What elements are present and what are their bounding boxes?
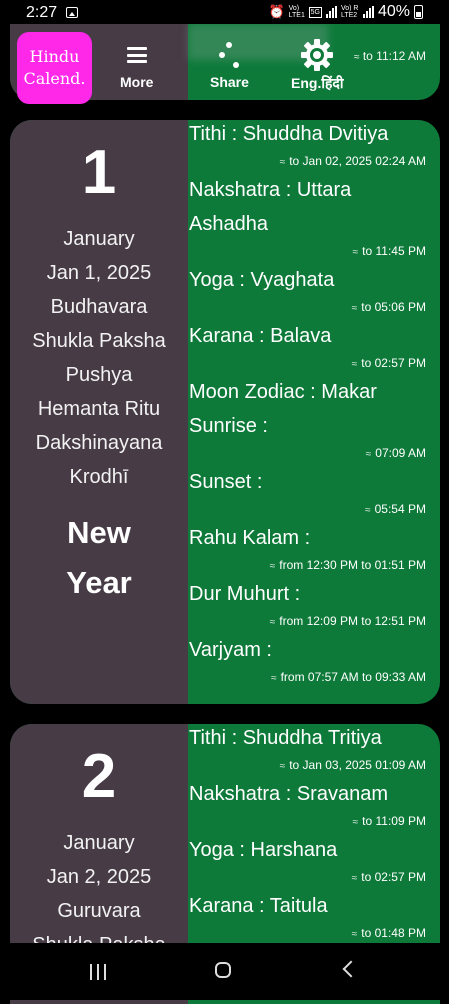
gallery-notification-icon (66, 7, 78, 18)
alarm-icon: ⏰ (268, 4, 285, 19)
carrier1-label: Vo) LTE1 (288, 5, 305, 19)
full-date: Jan 1, 2025 (46, 262, 152, 284)
more-button[interactable]: More (120, 36, 153, 90)
logo-line1: Hindu (29, 47, 80, 66)
sunset-label: Sunset : (189, 471, 263, 493)
karana-label: Karana : Balava (189, 325, 332, 347)
nakshatra-label-line2: Ashadha (189, 213, 268, 235)
weekday: Guruvara (57, 900, 141, 922)
full-date: Jan 2, 2025 (46, 866, 152, 888)
tithi-end: ≈ to Jan 02, 2025 02:24 AM (279, 154, 426, 168)
status-time: 2:27 (26, 4, 58, 21)
recent-apps-button[interactable] (90, 964, 106, 980)
previous-day-end-time: ≈ to 11:12 AM (354, 49, 426, 63)
logo-line2: Calend. (23, 69, 86, 88)
nakshatra-end: ≈ to 11:45 PM (352, 244, 426, 258)
app-logo-button[interactable]: Hindu Calend. (17, 32, 92, 104)
language-label: Eng.हिंदी (291, 75, 344, 91)
tithi-label: Tithi : Shuddha Tritiya (189, 727, 382, 749)
tithi-label: Tithi : Shuddha Dvitiya (189, 123, 389, 145)
share-button[interactable]: Share (210, 36, 249, 90)
sunset-time: ≈05:54 PM (365, 502, 426, 516)
share-label: Share (210, 74, 249, 90)
system-nav-bar (0, 943, 449, 1000)
signal1-icon (325, 6, 337, 18)
status-indicators: ⏰ Vo) LTE1 5G Vo) R LTE2 40% (268, 3, 423, 21)
nakshatra-summary: Pushya (65, 364, 133, 386)
yoga-label: Yoga : Harshana (189, 839, 338, 861)
yoga-end: ≈ to 05:06 PM (351, 300, 426, 314)
menu-icon (126, 36, 147, 74)
nakshatra-end: ≈ to 11:09 PM (352, 814, 426, 828)
home-button[interactable] (215, 962, 231, 978)
more-label: More (120, 74, 154, 90)
tithi-end: ≈ to Jan 03, 2025 01:09 AM (279, 758, 426, 772)
language-button[interactable]: Eng.हिंदी (291, 36, 343, 93)
sunrise-time: ≈07:09 AM (365, 446, 426, 460)
nakshatra-label: Nakshatra : Sravanam (189, 783, 388, 805)
samvat: Krodhī (69, 466, 129, 488)
day-card-1[interactable]: 1 January Jan 1, 2025 Budhavara Shukla P… (10, 120, 440, 704)
varjyam-time: ≈ from 07:57 AM to 09:33 AM (271, 670, 426, 684)
karana-label: Karana : Taitula (189, 895, 328, 917)
rahu-kalam-time: ≈ from 12:30 PM to 01:51 PM (269, 558, 426, 572)
yoga-label: Yoga : Vyaghata (189, 269, 335, 291)
karana-end: ≈ to 02:57 PM (351, 356, 426, 370)
yoga-end: ≈ to 02:57 PM (351, 870, 426, 884)
month-label: January (63, 832, 135, 854)
network-type-label: 5G (308, 6, 322, 18)
battery-icon (414, 5, 423, 19)
ayana: Dakshinayana (35, 432, 163, 454)
day-summary-panel: 1 January Jan 1, 2025 Budhavara Shukla P… (10, 120, 188, 704)
gear-icon (300, 36, 334, 74)
month-label: January (63, 228, 135, 250)
festival-line1: New (67, 515, 131, 550)
day-number: 2 (81, 742, 117, 811)
moon-zodiac-label: Moon Zodiac : Makar (189, 381, 377, 403)
karana-end: ≈ to 01:48 PM (351, 926, 426, 940)
panchang-details: Tithi : Shuddha Dvitiya ≈ to Jan 02, 2025… (188, 120, 440, 704)
nakshatra-label-line1: Nakshatra : Uttara (189, 179, 352, 201)
share-icon (217, 36, 241, 74)
carrier2-label: Vo) R LTE2 (340, 5, 359, 19)
dur-muhurt-label: Dur Muhurt : (189, 583, 301, 605)
varjyam-label: Varjyam : (189, 639, 272, 661)
dur-muhurt-time: ≈ from 12:09 PM to 12:51 PM (269, 614, 426, 628)
rahu-kalam-label: Rahu Kalam : (189, 527, 311, 549)
weekday: Budhavara (50, 296, 148, 318)
day-number: 1 (81, 138, 117, 207)
battery-percent: 40% (377, 3, 410, 20)
sunrise-label: Sunrise : (189, 415, 268, 437)
paksha: Shukla Paksha (32, 330, 166, 352)
festival-line2: Year (66, 565, 132, 600)
back-button[interactable] (342, 960, 360, 978)
ritu: Hemanta Ritu (37, 398, 161, 420)
signal2-icon (362, 6, 374, 18)
